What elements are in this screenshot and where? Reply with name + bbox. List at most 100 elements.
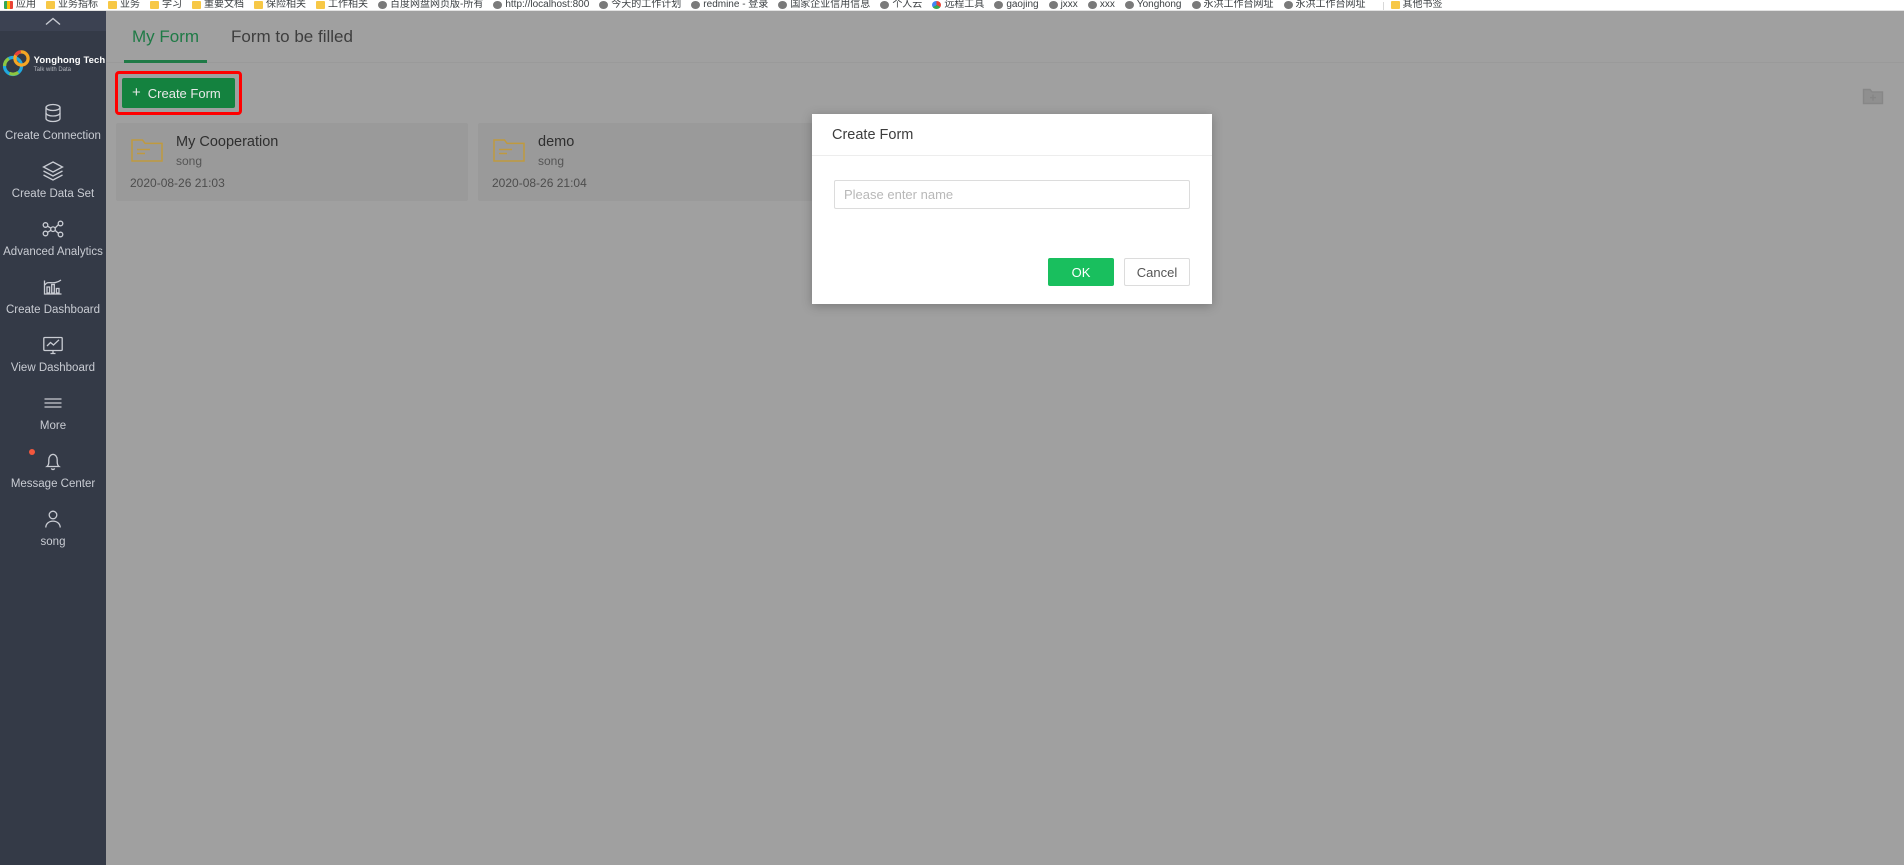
bookmark-label: 永洪工作台网址 (1295, 0, 1366, 10)
bookmark-item[interactable]: gaojing (994, 0, 1039, 10)
globe-icon (599, 1, 609, 9)
bookmark-label: 保险相关 (266, 0, 306, 10)
ok-button[interactable]: OK (1048, 258, 1114, 286)
bookmark-item[interactable]: 工作相关 (316, 0, 368, 10)
bookmark-item[interactable]: 国家企业信用信息 (778, 0, 870, 10)
browser-bookmark-bar: 应用 业务指标 业务 学习 重要文档 保险相关 工作相关 百度网盘网页版-所有 http://l… (0, 0, 1904, 11)
globe-icon (1087, 1, 1097, 9)
globe-icon (493, 1, 503, 9)
sidebar-item-create-dashboard[interactable]: Create Dashboard (0, 267, 106, 325)
bookmark-label: 业务指标 (58, 0, 98, 10)
sidebar-item-label: Create Connection (5, 130, 101, 142)
folder-icon (130, 136, 164, 164)
tab-bar: My Form Form to be filled (106, 11, 1904, 63)
globe-icon (378, 1, 387, 9)
tab-form-to-be-filled[interactable]: Form to be filled (215, 11, 369, 63)
sidebar-item-label: Message Center (10, 478, 96, 490)
multi-color-icon (4, 1, 13, 9)
bar-chart-icon (41, 274, 65, 300)
create-form-button[interactable]: + Create Form (122, 78, 235, 108)
dialog-body (812, 156, 1212, 209)
bookmark-label: 学习 (162, 0, 182, 10)
bookmark-label: 远程工具 (944, 0, 985, 10)
form-name-input[interactable] (834, 180, 1190, 209)
bookmark-label: redmine - 登录 (703, 0, 769, 10)
globe-icon (994, 1, 1004, 9)
globe-icon (1048, 1, 1058, 9)
bookmark-item[interactable]: 其他书签 (1390, 0, 1443, 10)
folder-icon (316, 1, 325, 9)
sidebar-item-label: View Dashboard (10, 362, 96, 374)
bookmark-item[interactable]: http://localhost:800 (493, 0, 589, 10)
sidebar-item-create-data-set[interactable]: Create Data Set (0, 151, 106, 209)
form-card-title: My Cooperation (176, 134, 279, 150)
form-card-owner: song (176, 154, 203, 168)
application-window: Yonghong Tech Talk with Data Create Conn… (0, 11, 1904, 865)
tab-my-form[interactable]: My Form (116, 11, 215, 63)
globe-icon (1124, 1, 1134, 9)
bookmark-item[interactable]: 业务指标 (46, 0, 98, 10)
bookmark-item[interactable]: 保险相关 (254, 0, 306, 10)
chevron-up-icon (45, 17, 61, 26)
bookmark-label: xxx (1099, 0, 1115, 10)
bookmark-label: http://localhost:800 (505, 0, 590, 10)
bookmark-label: gaojing (1006, 0, 1039, 10)
bookmark-item[interactable]: 永洪工作台网址 (1283, 0, 1366, 10)
sidebar-item-label: More (39, 420, 67, 432)
brand-logo: Yonghong Tech Talk with Data (0, 31, 106, 93)
sidebar-item-label: song (40, 536, 66, 548)
bookmark-label: 业务 (120, 0, 140, 10)
create-form-button-label: Create Form (147, 85, 221, 101)
tab-label: My Form (132, 26, 200, 46)
sidebar-item-message-center[interactable]: Message Center (0, 441, 106, 499)
bookmark-item[interactable]: 永洪工作台网址 (1191, 0, 1274, 10)
dialog-title: Create Form (832, 126, 914, 143)
form-card[interactable]: My Cooperation song 2020-08-26 21:03 (116, 123, 468, 201)
bookmark-label: 工作相关 (328, 0, 368, 10)
bookmark-item[interactable]: 业务 (108, 0, 140, 10)
bookmark-item[interactable]: 远程工具 (932, 0, 984, 10)
globe-icon (880, 1, 890, 9)
sidebar-item-more[interactable]: More (0, 383, 106, 441)
new-folder-icon[interactable] (1862, 86, 1884, 106)
yonghong-logo-icon (1, 49, 31, 79)
folder-icon (492, 136, 526, 164)
form-card-date: 2020-08-26 21:03 (130, 176, 225, 190)
bookmark-item[interactable]: xxx (1087, 0, 1115, 10)
sidebar-item-label: Create Data Set (11, 188, 95, 200)
bookmark-label: 个人云 (892, 0, 923, 10)
monitor-icon (41, 332, 65, 358)
sidebar-item-create-connection[interactable]: Create Connection (0, 93, 106, 151)
dialog-header: Create Form (812, 114, 1212, 156)
bookmark-item[interactable]: 学习 (150, 0, 182, 10)
bookmark-item[interactable]: Yonghong (1124, 0, 1182, 10)
sidebar-item-user[interactable]: song (0, 499, 106, 557)
bookmark-item[interactable]: 今天的工作计划 (599, 0, 681, 10)
toolbar: + Create Form (106, 71, 1904, 115)
bookmark-item[interactable]: jxxx (1048, 0, 1078, 10)
sidebar-item-view-dashboard[interactable]: View Dashboard (0, 325, 106, 383)
bookmark-label: 其他书签 (1402, 0, 1443, 10)
bookmark-item[interactable]: redmine - 登录 (691, 0, 768, 10)
bookmark-label: 今天的工作计划 (611, 0, 682, 10)
folder-icon (1390, 1, 1400, 9)
form-card[interactable]: demo song 2020-08-26 21:04 (478, 123, 830, 201)
bookmark-item[interactable]: 个人云 (880, 0, 922, 10)
user-icon (41, 506, 65, 532)
folder-icon (108, 1, 117, 9)
bookmark-label: 重要文档 (204, 0, 244, 10)
bookmark-separator (1382, 2, 1384, 10)
brand-tagline: Talk with Data (33, 66, 72, 73)
globe-icon (778, 1, 788, 9)
bookmark-label: 永洪工作台网址 (1203, 0, 1274, 10)
sidebar-collapse-toggle[interactable] (0, 11, 106, 31)
bookmark-item[interactable]: 百度网盘网页版-所有 (378, 0, 483, 10)
sidebar-item-advanced-analytics[interactable]: Advanced Analytics (0, 209, 106, 267)
bookmark-item[interactable]: 应用 (4, 0, 36, 10)
left-sidebar: Yonghong Tech Talk with Data Create Conn… (0, 11, 106, 865)
folder-icon (46, 1, 55, 9)
chrome-icon (932, 1, 942, 9)
cancel-button[interactable]: Cancel (1124, 258, 1190, 286)
bookmark-item[interactable]: 重要文档 (192, 0, 244, 10)
bookmark-label: 国家企业信用信息 (790, 0, 871, 10)
